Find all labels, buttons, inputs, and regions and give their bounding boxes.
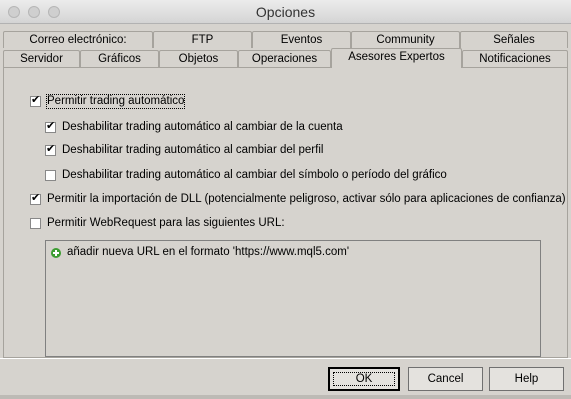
title-bar: Opciones: [0, 0, 571, 24]
tab-notificaciones[interactable]: Notificaciones: [462, 50, 568, 67]
tab-operaciones[interactable]: Operaciones: [238, 50, 331, 67]
panel-separator: [0, 358, 571, 359]
auto-trading-checkbox[interactable]: [30, 94, 41, 107]
ok-button[interactable]: OK: [328, 367, 400, 391]
tab-ftp[interactable]: FTP: [153, 31, 252, 48]
tab-graficos[interactable]: Gráficos: [80, 50, 159, 67]
tab-asesores-expertos[interactable]: Asesores Expertos: [331, 48, 462, 68]
disable-on-profile-checkbox[interactable]: [45, 143, 56, 156]
disable-on-account-label: Deshabilitar trading automático al cambi…: [62, 121, 343, 133]
tab-servidor[interactable]: Servidor: [3, 50, 80, 67]
webrequest-checkbox[interactable]: [30, 218, 41, 229]
tab-email[interactable]: Correo electrónico:: [3, 31, 153, 48]
cancel-button[interactable]: Cancel: [408, 367, 483, 391]
auto-trading-label: Permitir trading automático: [45, 94, 186, 109]
dll-import-label: Permitir la importación de DLL (potencia…: [47, 193, 566, 205]
tab-senales[interactable]: Señales: [460, 31, 568, 48]
ok-focus-ring: [333, 372, 395, 386]
dll-import-checkbox[interactable]: [30, 192, 41, 205]
window-title: Opciones: [255, 4, 316, 20]
disable-on-symbol-checkbox[interactable]: [45, 170, 56, 181]
background-strip: [0, 395, 571, 399]
webrequest-url-list[interactable]: añadir nueva URL en el formato 'https://…: [45, 240, 541, 357]
add-url-label: añadir nueva URL en el formato 'https://…: [67, 246, 350, 258]
tab-objetos[interactable]: Objetos: [159, 50, 238, 67]
disable-on-account-checkbox[interactable]: [45, 120, 56, 133]
webrequest-label: Permitir WebRequest para las siguientes …: [47, 217, 285, 229]
add-plus-icon: [51, 248, 61, 258]
disable-on-profile-label: Deshabilitar trading automático al cambi…: [62, 144, 324, 156]
tab-community[interactable]: Community: [351, 31, 460, 48]
help-button[interactable]: Help: [489, 367, 564, 391]
disable-on-symbol-label: Deshabilitar trading automático al cambi…: [62, 169, 447, 181]
tab-eventos[interactable]: Eventos: [252, 31, 351, 48]
